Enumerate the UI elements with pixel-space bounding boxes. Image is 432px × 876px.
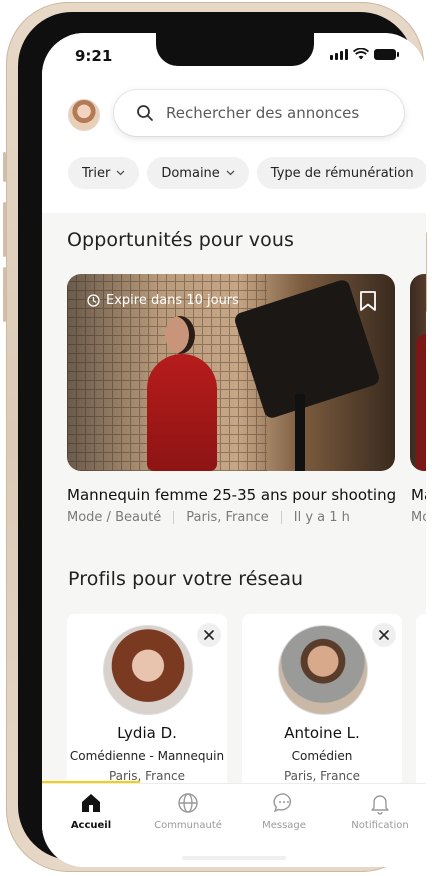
bell-icon: [371, 795, 389, 815]
filter-label: Domaine: [161, 165, 220, 181]
filter-remuneration-type[interactable]: Type de rémunération: [256, 157, 426, 189]
profile-photo[interactable]: [278, 625, 368, 715]
card-photo-stand: [295, 394, 305, 471]
filter-sort[interactable]: Trier: [68, 157, 140, 189]
battery-icon: [374, 49, 399, 60]
profiles-title: Profils pour votre réseau: [68, 568, 304, 590]
phone-frame: 9:21 Rechercher des annonces Trier Domai…: [3, 2, 427, 872]
wifi-icon: [353, 48, 369, 60]
close-icon: [204, 630, 214, 640]
profile-name: Lydia D.: [117, 724, 177, 742]
profile-card[interactable]: Antoine L. Comédien Paris, France: [242, 614, 402, 804]
dismiss-button[interactable]: [372, 623, 396, 647]
filter-chips: Trier Domaine Type de rémunération: [68, 157, 426, 189]
tab-community[interactable]: Communauté: [148, 791, 228, 831]
divider: [173, 511, 175, 524]
chevron-down-icon: [226, 170, 235, 176]
app-screen: 9:21 Rechercher des annonces Trier Domai…: [42, 33, 426, 867]
home-icon: [82, 794, 100, 812]
phone-bezel: 9:21 Rechercher des annonces Trier Domai…: [18, 12, 426, 867]
tab-notification[interactable]: Notification: [340, 791, 420, 831]
notch: [156, 33, 314, 66]
opportunity-location: Paris, France: [186, 510, 269, 525]
volume-up-button: [3, 202, 6, 257]
signal-icon: [330, 49, 348, 60]
opportunity-meta: Mode / Beauté Paris, France Il y a 1 h: [67, 510, 350, 525]
opportunity-card[interactable]: Expire dans 10 jours: [67, 274, 395, 471]
card-photo-peek: [416, 334, 426, 471]
search-input[interactable]: Rechercher des annonces: [166, 104, 359, 122]
profile-card-next[interactable]: [416, 614, 426, 804]
tab-label: Communauté: [154, 820, 222, 831]
search-icon: [137, 105, 153, 121]
profile-name: Antoine L.: [284, 724, 360, 742]
tab-label: Message: [262, 820, 306, 831]
profile-role: Comédienne - Mannequin: [69, 749, 225, 763]
volume-down-button: [3, 267, 6, 322]
profile-role: Comédien: [291, 749, 353, 763]
status-time: 9:21: [75, 47, 113, 65]
card-photo-model-dress: [147, 354, 217, 471]
tab-message[interactable]: Message: [244, 791, 324, 831]
card-photo-model-head: [165, 316, 195, 354]
opportunity-category: Mode / Beauté: [67, 510, 162, 525]
tab-label: Notification: [351, 820, 409, 831]
expiry-text: Expire dans 10 jours: [106, 293, 239, 308]
status-icons: [330, 48, 399, 60]
opportunities-title: Opportunités pour vous: [67, 229, 294, 251]
mute-switch: [3, 152, 6, 182]
filter-label: Trier: [82, 165, 111, 181]
opportunity-category-next: Mo: [411, 510, 426, 525]
search-bar[interactable]: Rechercher des annonces: [114, 90, 404, 136]
tab-home[interactable]: Accueil: [51, 791, 131, 831]
opportunity-title[interactable]: Mannequin femme 25-35 ans pour shooting: [67, 486, 396, 504]
clock-icon: [87, 294, 100, 307]
chevron-down-icon: [116, 170, 125, 176]
opportunity-title-next[interactable]: Ma: [411, 486, 426, 504]
opportunity-posted: Il y a 1 h: [293, 510, 350, 525]
opportunity-card-next[interactable]: [410, 274, 426, 471]
home-indicator: [182, 856, 286, 860]
filter-label: Type de rémunération: [270, 165, 414, 181]
expiry-badge: Expire dans 10 jours: [87, 293, 239, 308]
divider: [280, 511, 282, 524]
close-icon: [379, 630, 389, 640]
filter-domain[interactable]: Domaine: [147, 157, 249, 189]
bottom-tab-bar: Accueil Communauté Message Notification: [42, 784, 426, 867]
dismiss-button[interactable]: [197, 623, 221, 647]
profile-card[interactable]: Lydia D. Comédienne - Mannequin Paris, F…: [67, 614, 227, 804]
globe-icon: [178, 793, 198, 813]
bookmark-icon[interactable]: [359, 290, 377, 312]
profile-photo[interactable]: [103, 625, 193, 715]
user-avatar[interactable]: [68, 99, 100, 131]
tab-label: Accueil: [70, 820, 112, 831]
profile-location: Paris, France: [283, 769, 361, 783]
chat-bubble-icon: [273, 793, 292, 813]
